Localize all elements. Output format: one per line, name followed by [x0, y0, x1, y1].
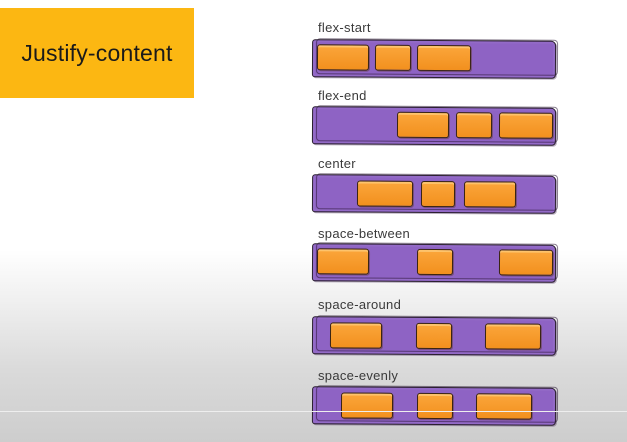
- container-space-evenly: [311, 386, 557, 426]
- flex-item: [374, 44, 412, 71]
- flex-item: [316, 248, 370, 275]
- title-text: Justify-content: [21, 39, 173, 66]
- label-space-around: space-around: [318, 297, 402, 312]
- flex-item: [329, 322, 383, 349]
- container-flex-start: [311, 39, 557, 79]
- container-space-around: [311, 316, 557, 356]
- label-center: center: [318, 156, 356, 171]
- label-flex-start: flex-start: [318, 20, 371, 35]
- flex-item: [340, 392, 394, 419]
- label-space-evenly: space-evenly: [318, 368, 399, 383]
- container-center: [311, 174, 557, 214]
- flex-item: [415, 322, 453, 350]
- flex-item: [416, 248, 454, 276]
- flex-item: [463, 181, 517, 208]
- label-flex-end: flex-end: [318, 88, 367, 103]
- flex-item: [484, 323, 542, 350]
- flex-item: [420, 180, 456, 208]
- flex-item: [455, 112, 493, 139]
- container-space-between: [311, 243, 557, 283]
- divider: [0, 411, 627, 412]
- flex-item: [498, 112, 554, 139]
- title-box: Justify-content: [0, 8, 194, 98]
- flex-item: [356, 180, 414, 207]
- flex-item: [416, 392, 454, 420]
- flex-item: [396, 111, 450, 139]
- flex-item: [416, 44, 472, 72]
- flex-item: [316, 44, 370, 71]
- flex-item: [475, 393, 533, 420]
- label-space-between: space-between: [318, 226, 411, 241]
- flex-item: [498, 249, 554, 276]
- container-flex-end: [311, 106, 557, 146]
